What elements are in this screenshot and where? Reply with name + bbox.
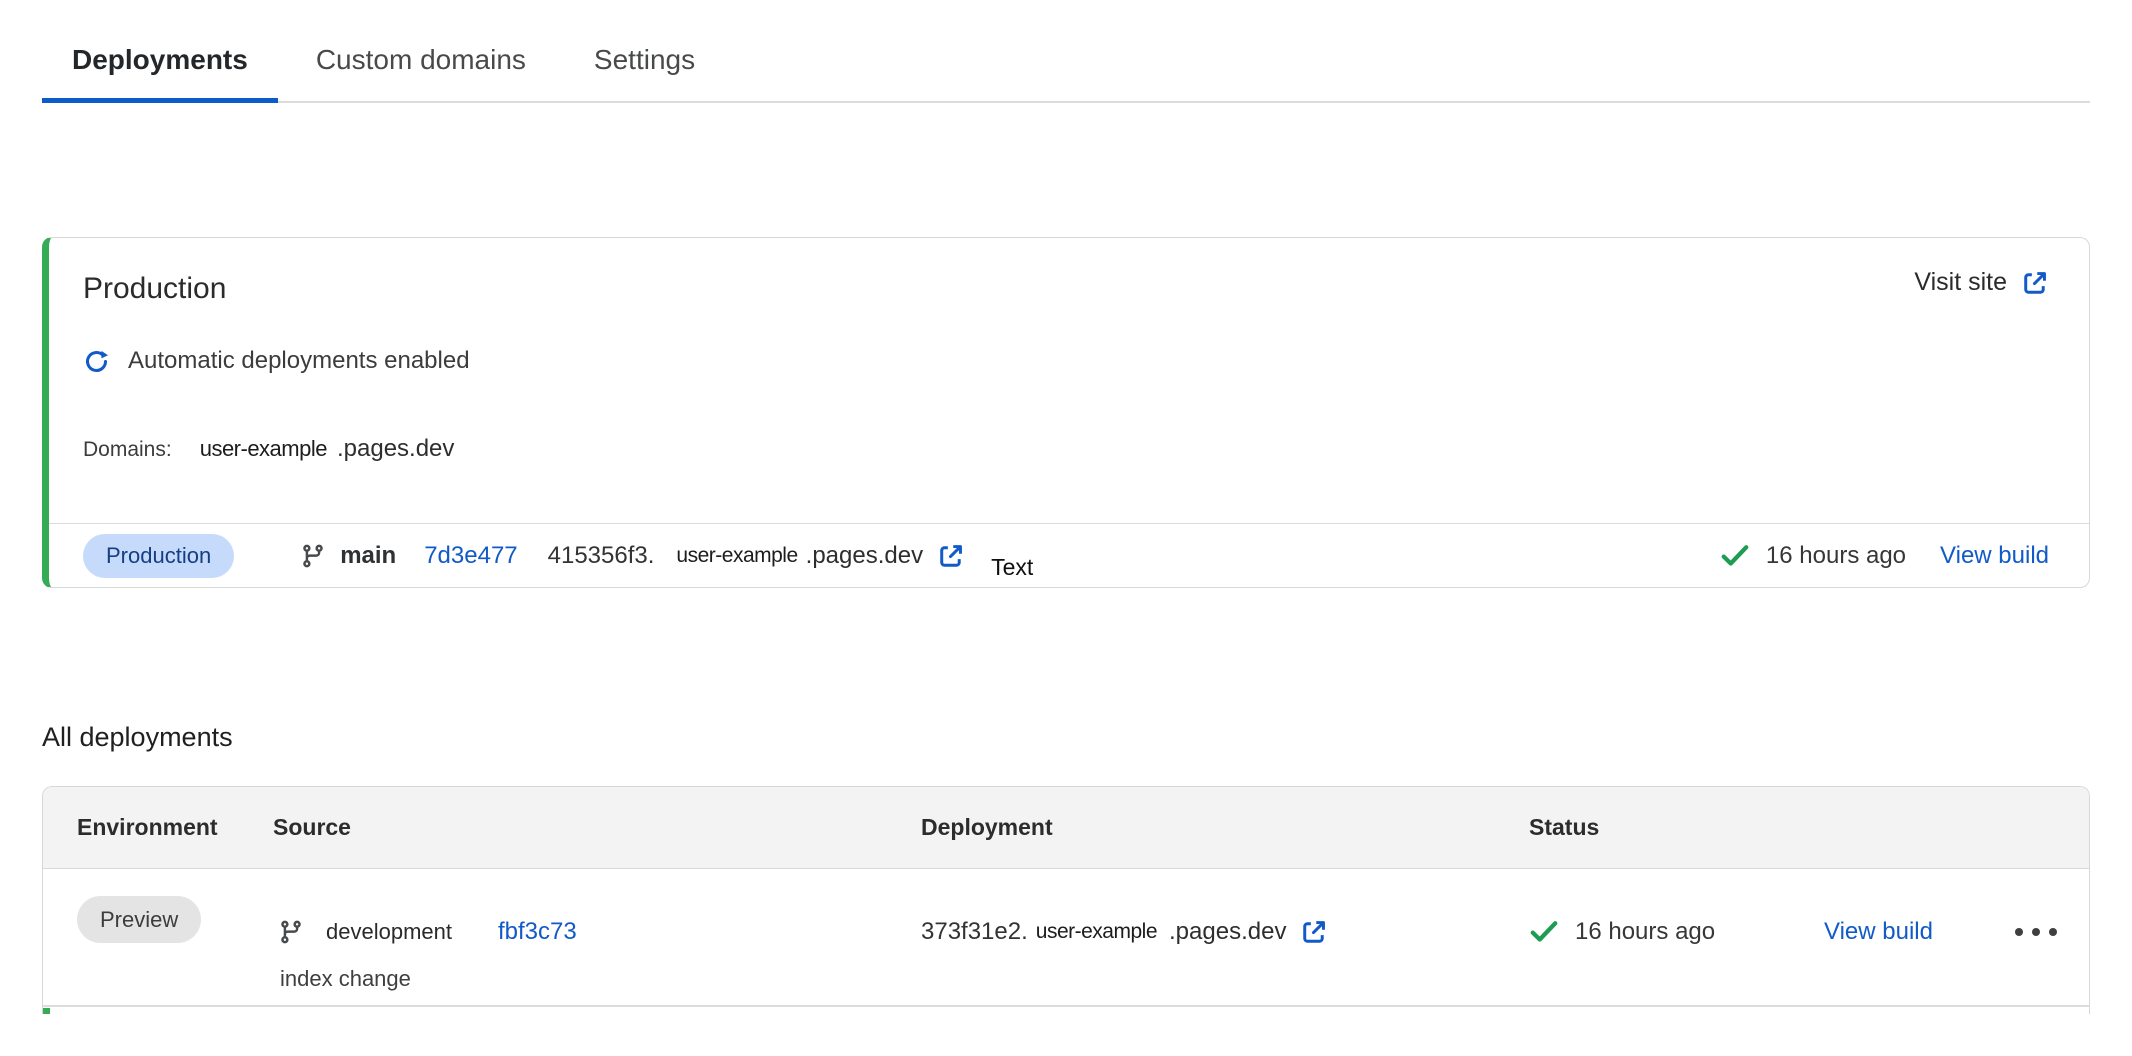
refresh-icon <box>83 348 110 375</box>
note-text: Text <box>991 554 1033 581</box>
tab-bar: Deployments Custom domains Settings <box>42 44 2090 103</box>
commit-link[interactable]: fbf3c73 <box>498 918 577 946</box>
column-header-environment: Environment <box>43 814 273 841</box>
column-header-source: Source <box>273 814 915 841</box>
deployments-table: Environment Source Deployment Status Pre… <box>42 786 2090 1014</box>
deployment-time: 16 hours ago <box>1575 918 1715 946</box>
all-deployments-heading: All deployments <box>42 722 2090 752</box>
domains-line: Domains: user-example .pages.dev <box>83 434 2049 523</box>
git-branch-icon <box>300 543 326 569</box>
external-link-icon[interactable] <box>937 542 965 570</box>
domain-suffix: .pages.dev <box>337 434 454 464</box>
column-header-deployment: Deployment <box>915 814 1524 841</box>
production-card-title: Production <box>83 268 226 310</box>
tab-deployments[interactable]: Deployments <box>42 44 278 103</box>
auto-deployments-status: Automatic deployments enabled <box>83 346 2049 376</box>
production-card: Production Visit site Automa <box>42 237 2090 588</box>
branch-name: main <box>340 542 396 570</box>
deployment-url-suffix: .pages.dev <box>1169 918 1286 946</box>
visit-site-label: Visit site <box>1914 268 2007 297</box>
domains-label: Domains: <box>83 435 172 465</box>
table-row: Preview development fbf3c73 index change… <box>43 869 2089 1006</box>
commit-link[interactable]: 7d3e477 <box>424 542 517 570</box>
column-header-status: Status <box>1524 814 1824 841</box>
deployment-url-name: user-example <box>676 544 797 568</box>
external-link-icon <box>2021 269 2049 297</box>
deployment-url: 373f31e2. user-example .pages.dev <box>921 909 1524 955</box>
deployment-time: 16 hours ago <box>1766 542 1906 570</box>
domain-name: user-example <box>200 434 327 464</box>
deployment-url-prefix: 415356f3. <box>548 542 655 570</box>
table-header-row: Environment Source Deployment Status <box>43 787 2089 869</box>
view-build-link[interactable]: View build <box>1824 918 1933 946</box>
tab-custom-domains[interactable]: Custom domains <box>286 44 556 103</box>
branch-name: development <box>326 919 452 945</box>
next-row-green-indicator <box>43 1008 50 1014</box>
production-deployment-row: Production main 7d3e477 415356f3. user-e… <box>49 523 2089 587</box>
success-check-icon <box>1720 543 1750 569</box>
deployment-url-prefix: 373f31e2. <box>921 918 1028 946</box>
view-build-link[interactable]: View build <box>1940 542 2049 570</box>
more-actions-icon[interactable] <box>2015 909 2089 955</box>
commit-message: index change <box>278 965 915 993</box>
visit-site-link[interactable]: Visit site <box>1914 268 2049 297</box>
next-row-peek <box>43 1006 2089 1014</box>
git-branch-icon <box>278 919 304 945</box>
success-check-icon <box>1529 919 1559 945</box>
external-link-icon[interactable] <box>1300 918 1328 946</box>
deployment-url-suffix: .pages.dev <box>806 542 923 570</box>
auto-deployments-text: Automatic deployments enabled <box>128 346 470 376</box>
environment-badge-preview: Preview <box>77 896 201 943</box>
tab-settings[interactable]: Settings <box>564 44 725 103</box>
environment-badge-production: Production <box>83 534 234 578</box>
deployment-url: 415356f3. user-example .pages.dev <box>548 542 965 570</box>
deployment-url-name: user-example <box>1036 920 1157 944</box>
